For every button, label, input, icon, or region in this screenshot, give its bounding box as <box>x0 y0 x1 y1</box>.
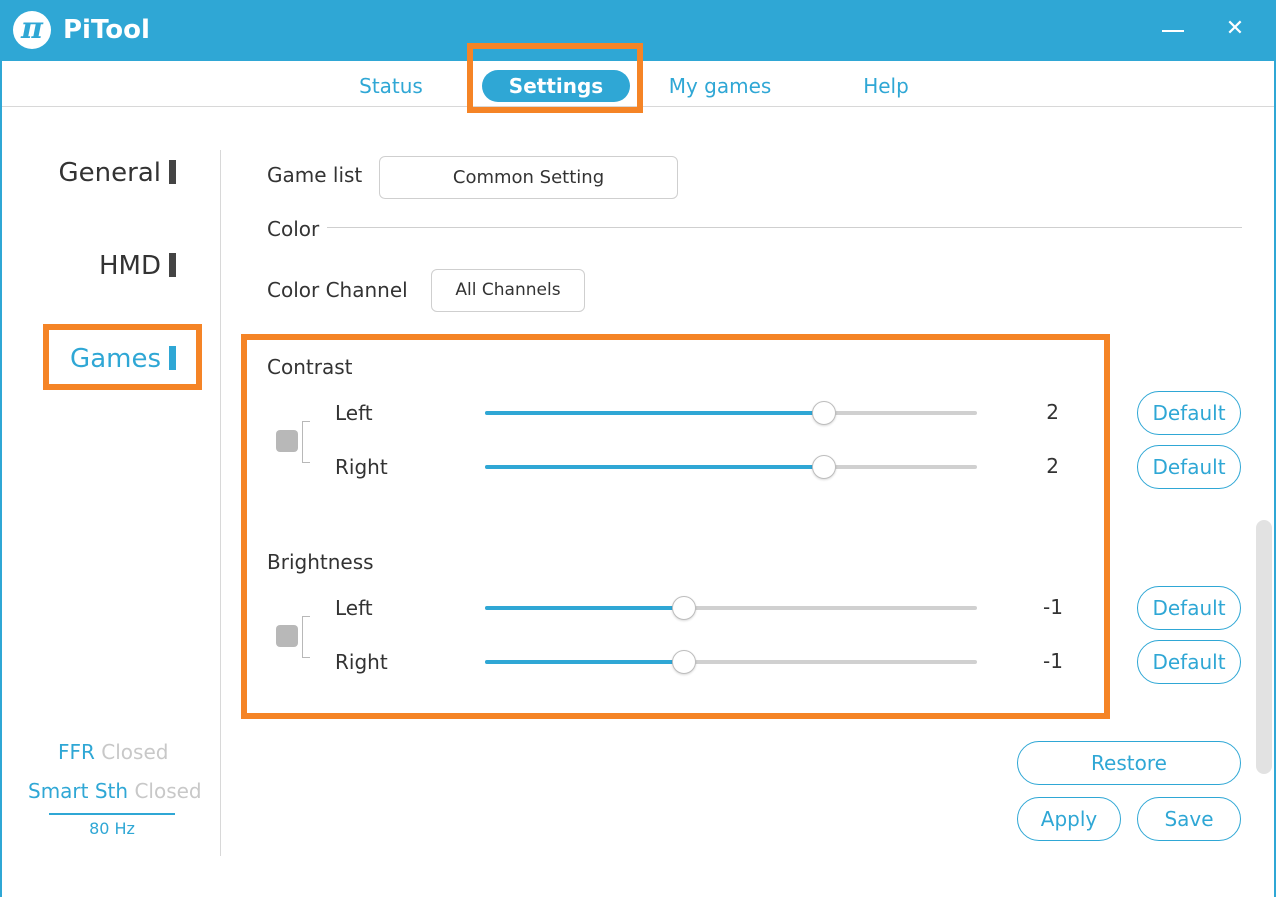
pitool-logo-icon: π <box>13 11 51 49</box>
smart-smoothing-status: Smart Sth Closed <box>28 778 202 804</box>
tab-status[interactable]: Status <box>351 70 431 102</box>
sidebar-divider <box>220 150 221 856</box>
game-list-label: Game list <box>267 163 363 187</box>
tab-my-games[interactable]: My games <box>664 70 776 102</box>
sidebar-item-label: HMD <box>98 251 161 281</box>
ffr-status: FFR Closed <box>58 739 168 765</box>
refresh-rate: 80 Hz <box>89 819 135 838</box>
tab-help[interactable]: Help <box>856 70 916 102</box>
sidebar-item-label: General <box>58 158 161 188</box>
ffr-label: FFR <box>58 740 95 764</box>
smart-smoothing-value: Closed <box>134 779 202 803</box>
contrast-left-default-button[interactable]: Default <box>1137 391 1241 435</box>
close-button[interactable]: ✕ <box>1222 16 1248 42</box>
contrast-brightness-highlight <box>241 334 1110 719</box>
sidebar-marker <box>169 160 176 184</box>
refresh-rate-divider <box>49 813 175 815</box>
sidebar-marker <box>169 253 176 277</box>
sidebar-item-hmd[interactable]: HMD <box>20 249 176 283</box>
apply-button[interactable]: Apply <box>1017 797 1121 841</box>
contrast-right-default-button[interactable]: Default <box>1137 445 1241 489</box>
color-section-rule <box>327 227 1242 228</box>
window-border-left <box>0 61 2 897</box>
sidebar-item-general[interactable]: General <box>20 156 176 190</box>
save-button[interactable]: Save <box>1137 797 1241 841</box>
color-channel-select[interactable]: All Channels <box>431 269 585 312</box>
minimize-button[interactable] <box>1162 30 1184 32</box>
brightness-left-default-button[interactable]: Default <box>1137 586 1241 630</box>
settings-tab-highlight <box>467 43 643 113</box>
vertical-scrollbar[interactable] <box>1256 520 1272 774</box>
smart-smoothing-label: Smart Sth <box>28 779 129 803</box>
color-channel-label: Color Channel <box>267 278 408 302</box>
app-title: PiTool <box>63 15 150 45</box>
brightness-right-default-button[interactable]: Default <box>1137 640 1241 684</box>
ffr-value: Closed <box>101 740 169 764</box>
games-item-highlight <box>43 324 202 390</box>
color-section-title: Color <box>267 217 320 241</box>
game-list-select[interactable]: Common Setting <box>379 156 678 199</box>
restore-button[interactable]: Restore <box>1017 741 1241 785</box>
